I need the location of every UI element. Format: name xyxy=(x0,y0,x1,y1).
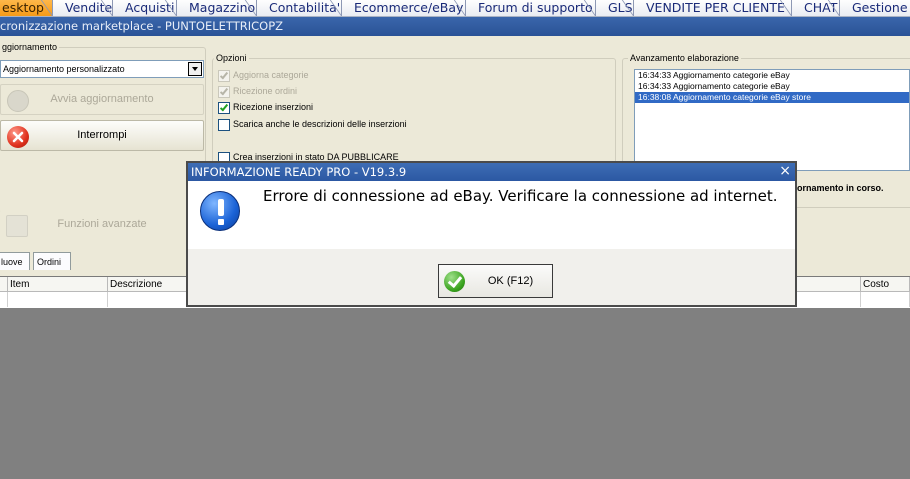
avvia-label: Avvia aggiornamento xyxy=(50,93,154,105)
stop-icon xyxy=(7,126,29,148)
funzioni-label: Funzioni avanzate xyxy=(57,218,147,230)
avanzamento-legend: Avanzamento elaborazione xyxy=(628,53,741,63)
ok-button[interactable]: OK (F12) xyxy=(438,264,553,298)
tab-contabilita[interactable]: Contabilita' xyxy=(256,0,341,16)
col-item[interactable]: Item xyxy=(8,277,108,292)
ok-label: OK (F12) xyxy=(487,275,534,287)
interrompi-label: Interrompi xyxy=(77,129,127,141)
subtab-ordini[interactable]: Ordini xyxy=(33,252,71,270)
check-icon xyxy=(7,90,29,112)
grid-cell[interactable] xyxy=(8,292,108,307)
aggiornamento-legend: ggiornamento xyxy=(0,42,60,52)
grid-cell xyxy=(0,292,8,307)
scarica-descrizioni-label: Scarica anche le descrizioni delle inser… xyxy=(233,119,407,129)
window-title: cronizzazione marketplace - PUNTOELETTRI… xyxy=(0,19,284,33)
ricezione-inserzioni-label: Ricezione inserzioni xyxy=(233,102,314,112)
exclamation-info-icon xyxy=(200,191,240,231)
close-icon[interactable]: × xyxy=(779,163,791,180)
subtab-nuove[interactable]: luove xyxy=(0,252,30,270)
row-header xyxy=(0,277,8,292)
window-title-bar: cronizzazione marketplace - PUNTOELETTRI… xyxy=(0,17,910,36)
dialog-body: Errore di connessione ad eBay. Verificar… xyxy=(188,181,795,249)
info-dialog: INFORMAZIONE READY PRO - V19.3.9 × Error… xyxy=(186,161,797,307)
log-line-selected: 16:38:08 Aggiornamento categorie eBay st… xyxy=(635,92,909,103)
grid-cell[interactable] xyxy=(861,292,910,307)
dialog-message: Errore di connessione ad eBay. Verificar… xyxy=(263,187,778,205)
dialog-title-bar: INFORMAZIONE READY PRO - V19.3.9 × xyxy=(188,163,795,181)
check-icon xyxy=(444,271,465,292)
progress-log[interactable]: 16:34:33 Aggiornamento categorie eBay 16… xyxy=(634,69,910,171)
interrompi-button[interactable]: Interrompi xyxy=(0,120,204,151)
tab-ecommerce-ebay[interactable]: Ecommerce/eBay xyxy=(341,0,465,16)
update-mode-value: Aggiornamento personalizzato xyxy=(3,64,125,74)
tools-icon xyxy=(6,215,28,237)
funzioni-avanzate-button[interactable]: Funzioni avanzate xyxy=(0,210,204,241)
tab-vendite-per-cliente[interactable]: VENDITE PER CLIENTE xyxy=(633,0,791,16)
dialog-title: INFORMAZIONE READY PRO - V19.3.9 xyxy=(191,165,407,179)
opzioni-legend: Opzioni xyxy=(214,53,249,63)
update-mode-select[interactable]: Aggiornamento personalizzato xyxy=(0,60,204,78)
ricezione-ordini-label: Ricezione ordini xyxy=(233,86,298,96)
tab-forum-supporto[interactable]: Forum di supporto xyxy=(465,0,595,16)
log-line: 16:34:33 Aggiornamento categorie eBay xyxy=(638,81,790,91)
col-costo[interactable]: Costo xyxy=(861,277,910,292)
aggiorna-categorie-label: Aggiorna categorie xyxy=(233,70,309,80)
log-line: 16:34:33 Aggiornamento categorie eBay xyxy=(638,70,790,80)
status-text: ornamento in corso. xyxy=(797,183,884,193)
tab-gestione[interactable]: Gestione r xyxy=(839,0,910,16)
avvia-aggiornamento-button[interactable]: Avvia aggiornamento xyxy=(0,84,204,115)
chevron-down-icon[interactable] xyxy=(188,62,202,76)
tab-magazzino[interactable]: Magazzino xyxy=(176,0,256,16)
main-tab-bar: esktop Vendite Acquisti Magazzino Contab… xyxy=(0,0,910,17)
